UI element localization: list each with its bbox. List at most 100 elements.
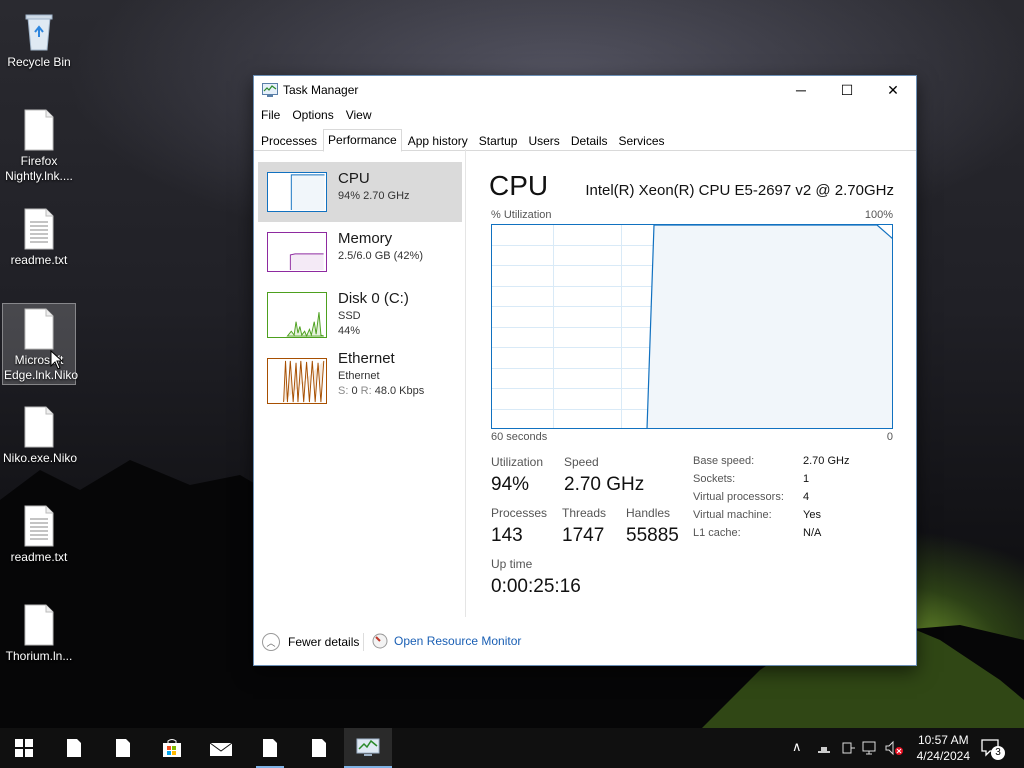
handles-value: 55885	[626, 525, 679, 546]
desktop-icon-microsoft-edge[interactable]: Microsoft Edge.lnk.Niko	[2, 303, 79, 385]
desktop-icon-label: Recycle Bin	[7, 55, 71, 69]
start-button[interactable]	[0, 728, 48, 768]
window-footer: ︿ Fewer details Open Resource Monitor	[254, 621, 916, 665]
resource-title: Ethernet	[338, 350, 395, 367]
tab-users[interactable]: Users	[523, 129, 564, 151]
spec-l1-cache-value: N/A	[803, 527, 822, 539]
open-resource-monitor-link[interactable]: Open Resource Monitor	[372, 633, 521, 649]
footer-separator	[363, 633, 364, 651]
clock-time: 10:57 AM	[917, 733, 969, 747]
cpu-thumbnail-graph	[267, 172, 327, 212]
taskbar-file-2[interactable]	[99, 728, 147, 768]
mail-icon	[209, 742, 233, 756]
tab-app-history[interactable]: App history	[403, 129, 473, 151]
taskbar-file-4[interactable]	[295, 728, 343, 768]
file-icon	[24, 308, 54, 350]
time-axis-label: 60 seconds	[491, 431, 548, 443]
desktop-icon-label: Thorium.ln...	[5, 649, 73, 663]
taskbar-mail[interactable]	[197, 728, 245, 768]
resource-subtitle-2: S: 0 R: 48.0 Kbps	[338, 384, 424, 399]
processes-label: Processes	[491, 506, 548, 520]
send-label: S:	[338, 385, 349, 397]
ethernet-tray-icon[interactable]	[862, 739, 880, 757]
tab-services[interactable]: Services	[614, 129, 670, 151]
desktop-icon-label: readme.txt	[10, 550, 68, 564]
ethernet-thumbnail-graph	[267, 358, 327, 404]
spec-base-speed-label: Base speed:	[693, 455, 755, 467]
tab-startup[interactable]: Startup	[474, 129, 523, 151]
receive-label: R:	[360, 385, 372, 397]
cpu-heading: CPU	[489, 170, 549, 201]
spec-virtual-processors-label: Virtual processors:	[693, 491, 784, 503]
taskbar-file-3[interactable]	[246, 728, 294, 768]
taskbar-store[interactable]	[148, 728, 196, 768]
notification-center-button[interactable]: 3	[980, 738, 1005, 761]
tab-details[interactable]: Details	[566, 129, 613, 151]
desktop-icon-readme[interactable]: readme.txt	[2, 204, 76, 268]
resource-ethernet[interactable]: Ethernet Ethernet S: 0 R: 48.0 Kbps	[258, 348, 462, 408]
resource-subtitle: 94% 2.70 GHz	[338, 190, 410, 202]
spec-virtual-machine-value: Yes	[803, 509, 821, 521]
mouse-cursor-icon	[50, 350, 64, 370]
window-title: Task Manager	[283, 83, 359, 97]
utilization-axis-label: % Utilization	[491, 209, 552, 221]
text-file-icon	[24, 208, 54, 250]
spec-sockets-value: 1	[803, 473, 810, 485]
desktop-icon-label: readme.txt	[10, 253, 68, 267]
resource-title: Disk 0 (C:)	[338, 290, 409, 307]
spec-sockets-label: Sockets:	[693, 473, 736, 485]
desktop-icon-recycle-bin[interactable]: Recycle Bin	[2, 6, 76, 70]
time-axis-zero: 0	[886, 431, 893, 443]
threads-value: 1747	[562, 525, 605, 546]
file-icon	[67, 739, 81, 757]
desktop-icon-niko-exe[interactable]: Niko.exe.Niko	[2, 402, 78, 466]
desktop-icon-firefox-nightly[interactable]: Firefox Nightly.lnk....	[2, 105, 76, 184]
tab-strip: Processes Performance App history Startu…	[254, 129, 916, 152]
send-value: 0	[351, 385, 358, 397]
receive-value: 48.0 Kbps	[374, 385, 425, 397]
resource-cpu[interactable]: CPU 94% 2.70 GHz	[258, 162, 462, 222]
taskbar-file-1[interactable]	[50, 728, 98, 768]
menu-file[interactable]: File	[255, 108, 286, 122]
task-manager-window: Task Manager ─ ☐ ✕ File Options View Pro…	[253, 75, 917, 666]
spec-virtual-processors-value: 4	[803, 491, 810, 503]
resource-list: CPU 94% 2.70 GHz Memory 2.5/6.0 GB (42%)…	[254, 149, 466, 617]
resource-title: Memory	[338, 230, 393, 247]
fewer-details-button[interactable]: ︿ Fewer details	[262, 633, 359, 651]
device-tray-icon[interactable]	[840, 739, 858, 757]
task-manager-icon	[356, 738, 380, 756]
desktop-icon-label: Niko.exe.Niko	[3, 451, 78, 465]
network-tray-icon[interactable]	[815, 739, 833, 757]
resource-subtitle-2: 44%	[338, 325, 361, 337]
desktop-icon-label: Microsoft Edge.lnk.Niko	[4, 353, 79, 382]
uptime-label: Up time	[491, 557, 533, 571]
taskbar-task-manager[interactable]	[344, 728, 392, 768]
minimize-button[interactable]: ─	[778, 76, 824, 104]
utilization-value: 94%	[491, 474, 530, 495]
menu-options[interactable]: Options	[286, 108, 339, 122]
task-manager-icon	[262, 83, 278, 97]
speed-value: 2.70 GHz	[564, 474, 645, 495]
speed-label: Speed	[564, 455, 599, 469]
desktop-icon-readme-2[interactable]: readme.txt	[2, 501, 76, 565]
tab-processes[interactable]: Processes	[256, 129, 322, 151]
close-button[interactable]: ✕	[870, 76, 916, 104]
volume-muted-tray-icon[interactable]	[884, 739, 904, 757]
spec-l1-cache-label: L1 cache:	[693, 527, 741, 539]
maximize-button[interactable]: ☐	[824, 76, 870, 104]
desktop-icon-thorium[interactable]: Thorium.ln...	[2, 600, 76, 664]
title-bar[interactable]: Task Manager ─ ☐ ✕	[254, 76, 916, 104]
resource-monitor-icon	[372, 633, 388, 649]
windows-logo-icon	[15, 739, 33, 757]
resource-memory[interactable]: Memory 2.5/6.0 GB (42%)	[258, 222, 462, 282]
resource-subtitle: 2.5/6.0 GB (42%)	[338, 250, 423, 262]
menu-view[interactable]: View	[340, 108, 378, 122]
cpu-usage-area	[647, 225, 893, 429]
memory-thumbnail-graph	[267, 232, 327, 272]
resource-disk[interactable]: Disk 0 (C:) SSD 44%	[258, 282, 462, 342]
clock[interactable]: 10:57 AM 4/24/2024	[917, 732, 970, 764]
file-icon	[116, 739, 130, 757]
open-resource-monitor-label: Open Resource Monitor	[394, 634, 522, 648]
file-icon	[312, 739, 326, 757]
show-hidden-icons-chevron-icon[interactable]: ∧	[792, 739, 802, 755]
